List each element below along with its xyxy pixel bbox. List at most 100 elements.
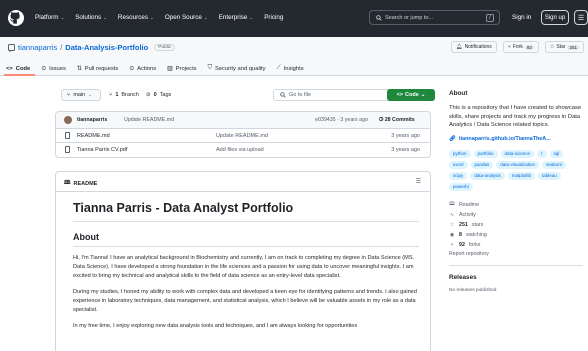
file-time: 3 years ago [391, 147, 420, 153]
readme-paragraph: Hi, I'm Tianna! I have an analytical bac… [73, 255, 415, 279]
repo-actions: 🔔︎ Notifications ⑂ Fork 92 ☆ Star 251 [451, 41, 584, 53]
tab-insights[interactable]: ⟋ Insights [277, 65, 304, 72]
tags-link[interactable]: ⊘ 0 Tags [146, 92, 171, 98]
repo-name-link[interactable]: Data-Analysis-Portfolio [65, 43, 148, 52]
file-name[interactable]: Tianna Parris CV.pdf [77, 147, 127, 153]
readme-content: Tianna Parris - Data Analyst Portfolio A… [73, 201, 419, 331]
topic-tag[interactable]: portfolio [473, 149, 498, 158]
fork-icon: ⑂ [450, 241, 454, 248]
chevron-down-icon: ⌄ [420, 92, 426, 98]
releases-title[interactable]: Releases [449, 274, 583, 281]
search-input[interactable]: Search or jump to... / [369, 10, 500, 25]
topic-tag[interactable]: matplotlib [507, 171, 536, 180]
fork-button[interactable]: ⑂ Fork 92 [502, 41, 539, 53]
readme-panel: 🕮 README ☰ Tianna Parris - Data Analyst … [55, 171, 431, 351]
commit-hash-time[interactable]: e039435 · 3 years ago [315, 117, 368, 123]
branch-selector[interactable]: ⑂ main ⌄ [61, 89, 101, 101]
branch-icon: ⑂ [67, 92, 71, 98]
activity-link[interactable]: ∿ Activity [449, 210, 583, 220]
topic-tag[interactable]: powerbi [449, 182, 473, 191]
readme-header: 🕮 README ☰ [56, 172, 430, 192]
file-time: 3 years ago [391, 133, 420, 139]
avatar[interactable] [64, 116, 72, 124]
tab-projects[interactable]: ▥ Projects [167, 65, 196, 72]
graph-icon: ⟋ [276, 65, 281, 71]
book-icon: 🕮 [449, 200, 455, 207]
issue-icon: ⊙ [41, 65, 47, 72]
repo-owner-link[interactable]: tiannaparris [18, 43, 57, 52]
sign-in-link[interactable]: Sign in [512, 14, 531, 21]
readme-tab[interactable]: 🕮 README [64, 179, 97, 188]
branch-bar: ⑂ main ⌄ ⑂ 1 Branch ⊘ 0 Tags Go to file … [61, 89, 441, 103]
topic-tag[interactable]: excel [449, 160, 468, 169]
topic-tag[interactable]: seaborn [542, 160, 567, 169]
topic-tag[interactable]: data-visualization [496, 160, 540, 169]
repo-description: This is a repository that I have created… [449, 105, 582, 128]
watchers-link[interactable]: ◉ 8 watching [449, 230, 583, 240]
file-icon [65, 146, 70, 153]
no-releases-text: No releases published [449, 287, 497, 293]
tab-actions[interactable]: ⊙ Actions [129, 65, 156, 72]
topic-tag[interactable]: data-science [500, 149, 535, 158]
website-link[interactable]: 🔗︎ tiannaparris.github.io/TiannaTheA... [449, 136, 583, 142]
commits-link[interactable]: 🕓︎ 28 Commits [379, 117, 415, 124]
nav-resources[interactable]: Resources ⌄ [118, 14, 154, 21]
pull-request-icon: ⇅ [76, 65, 82, 72]
global-header: Platform ⌄ Solutions ⌄ Resources ⌄ Open Sou… [0, 0, 588, 37]
tag-icon: ⊘ [146, 92, 151, 98]
outline-list-icon[interactable]: ☰ [416, 178, 421, 185]
slash-shortcut-icon: / [486, 14, 494, 22]
tab-issues[interactable]: ⊙ Issues [41, 65, 66, 72]
nav-solutions[interactable]: Solutions ⌄ [75, 14, 107, 21]
file-commit-message[interactable]: Add files via upload [216, 147, 264, 153]
branches-link[interactable]: ⑂ 1 Branch [109, 92, 139, 98]
topic-tag[interactable]: data-analysis [470, 171, 505, 180]
repo-tabs: <> Code ⊙ Issues ⇅ Pull requests ⊙ Actions ▥… [6, 65, 304, 72]
stars-link[interactable]: ☆ 251 stars [449, 220, 583, 230]
readme-paragraph: During my studies, I honed my ability to… [73, 289, 417, 313]
repo-header: tiannaparris / Data-Analysis-Portfolio P… [0, 37, 588, 76]
history-icon: 🕓︎ [379, 117, 384, 123]
tab-code[interactable]: <> Code [6, 65, 30, 72]
tab-security[interactable]: ⛉ Security and quality [208, 65, 266, 72]
topic-tag[interactable]: pandas [470, 160, 494, 169]
nav-pricing[interactable]: Pricing [264, 14, 283, 21]
menu-icon[interactable]: ☰ [574, 10, 588, 25]
file-name[interactable]: README.md [77, 133, 110, 139]
star-button[interactable]: ☆ Star 251 [544, 41, 584, 53]
branch-icon: ⑂ [109, 92, 113, 98]
notifications-button[interactable]: 🔔︎ Notifications [451, 41, 497, 53]
divider [449, 264, 583, 266]
nav-open-source[interactable]: Open Source ⌄ [165, 14, 208, 21]
code-button[interactable]: <> Code ⌄ [387, 89, 435, 101]
nav-platform[interactable]: Platform ⌄ [35, 14, 64, 21]
topic-tag[interactable]: sql [549, 149, 564, 158]
file-commit-message[interactable]: Update README.md [216, 133, 268, 139]
topic-tag[interactable]: r [537, 149, 547, 158]
commit-author[interactable]: tiannaparris [77, 117, 107, 123]
link-icon: 🔗︎ [449, 135, 456, 142]
repo-separator: / [60, 43, 63, 52]
topic-tag[interactable]: python [449, 149, 471, 158]
star-icon: ☆ [549, 44, 555, 50]
star-icon: ☆ [449, 221, 455, 228]
topic-tag[interactable]: scipy [449, 171, 468, 180]
file-row[interactable]: Tianna Parris CV.pdf Add files via uploa… [56, 143, 430, 157]
sign-up-button[interactable]: Sign up [541, 10, 569, 25]
report-repository-link[interactable]: Report repository [449, 251, 583, 257]
github-logo-icon[interactable] [8, 10, 24, 26]
readme-link[interactable]: 🕮 Readme [449, 200, 583, 210]
star-count: 251 [567, 44, 579, 50]
commit-message[interactable]: Update README.md [124, 117, 174, 123]
table-icon: ▥ [167, 65, 173, 72]
nav-enterprise[interactable]: Enterprise ⌄ [219, 14, 253, 21]
topics-list: python portfolio data-science r sql exce… [449, 149, 583, 191]
tab-pull-requests[interactable]: ⇅ Pull requests [77, 65, 118, 72]
forks-link[interactable]: ⑂ 92 forks [449, 240, 583, 250]
topic-tag[interactable]: tableau [538, 171, 561, 180]
readme-paragraph: In my free time, I enjoy exploring new d… [73, 323, 358, 329]
file-row[interactable]: README.md Update README.md 3 years ago [56, 129, 430, 143]
about-sidebar: About This is a repository that I have c… [449, 90, 583, 293]
chevron-down-icon: ⌄ [150, 14, 154, 20]
repo-stats: 🕮 Readme ∿ Activity ☆ 251 stars ◉ 8 watching ⑂… [449, 200, 583, 250]
